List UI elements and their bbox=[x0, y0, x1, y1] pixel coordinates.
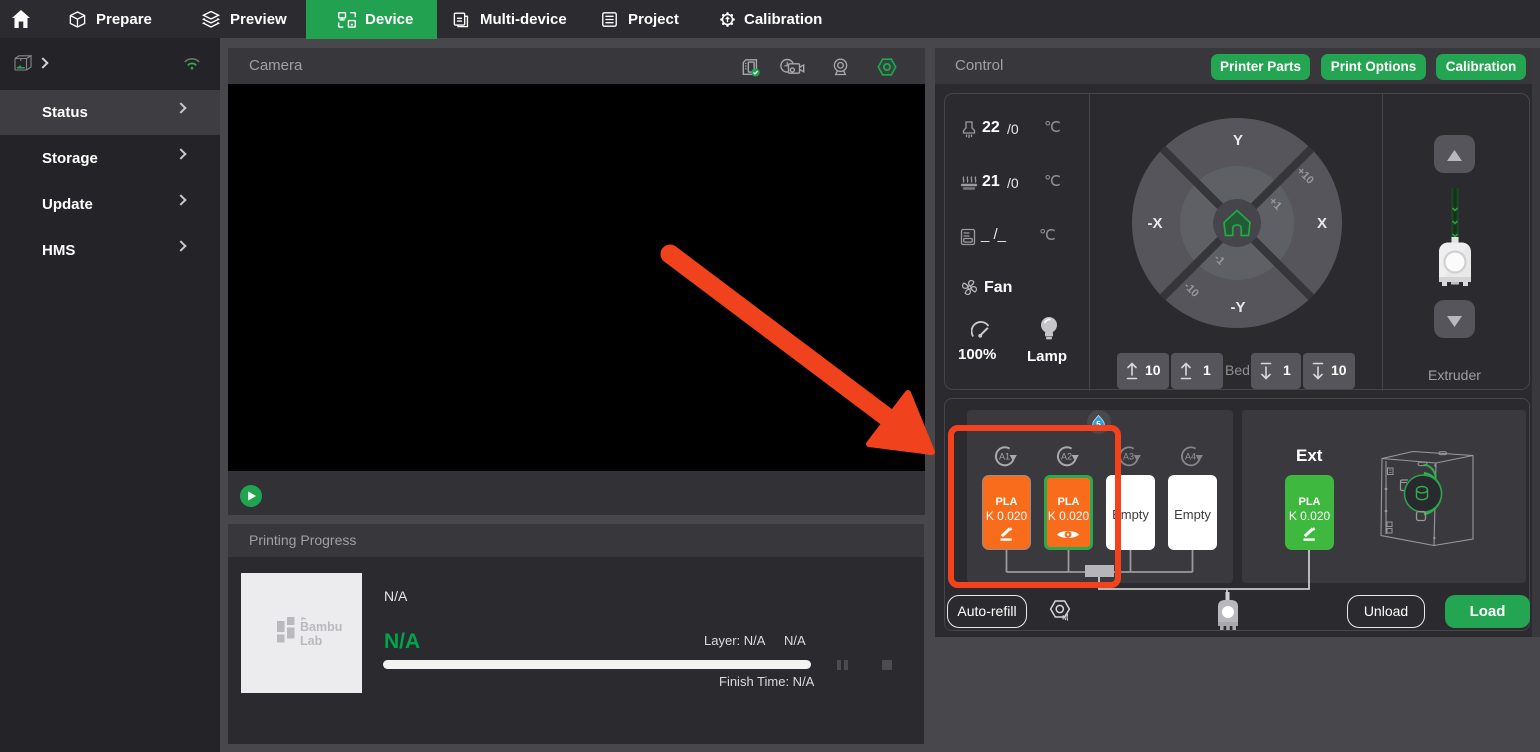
svg-text:Bambu: Bambu bbox=[300, 620, 342, 634]
svg-text:-X: -X bbox=[1148, 215, 1163, 232]
svg-text:-Y: -Y bbox=[1231, 299, 1246, 316]
svg-text:Y: Y bbox=[1233, 132, 1243, 149]
svg-text:Lab: Lab bbox=[300, 634, 323, 648]
svg-text:X: X bbox=[1317, 215, 1327, 232]
